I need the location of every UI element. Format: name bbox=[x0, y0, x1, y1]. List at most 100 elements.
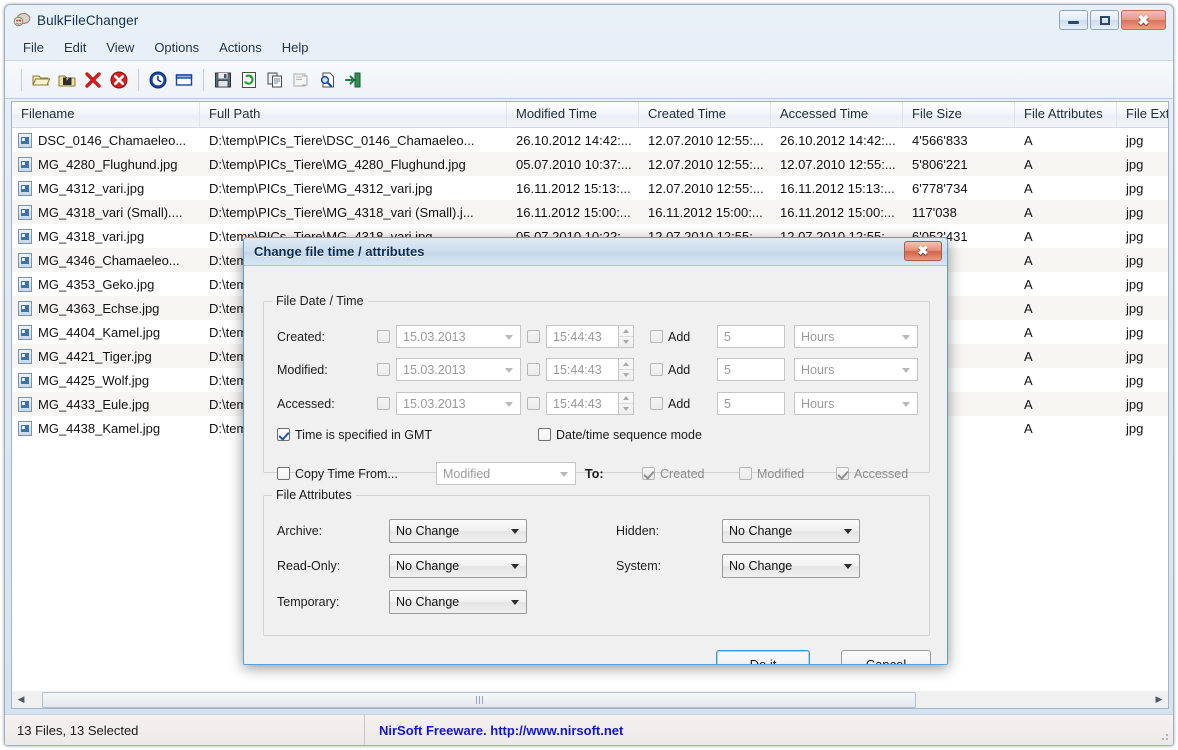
created-time-spinner[interactable] bbox=[619, 325, 634, 348]
modified-add-unit-combo[interactable]: Hours bbox=[794, 358, 918, 381]
modified-time-input[interactable]: 15:44:43 bbox=[546, 358, 619, 381]
copy-to-created-checkbox[interactable] bbox=[642, 467, 655, 480]
file-datetime-group: File Date / Time bbox=[263, 294, 930, 473]
menu-item-help[interactable]: Help bbox=[272, 38, 319, 57]
modified-date-combo[interactable]: 15.03.2013 bbox=[396, 358, 521, 381]
column-header-accessed-time[interactable]: Accessed Time bbox=[771, 102, 903, 127]
modified-add-checkbox[interactable] bbox=[650, 363, 663, 376]
created-add-checkbox[interactable] bbox=[650, 330, 663, 343]
close-button[interactable]: ✖ bbox=[1121, 10, 1166, 30]
sequence-mode-checkbox[interactable] bbox=[538, 428, 551, 441]
save-button[interactable] bbox=[210, 67, 236, 93]
temporary-combo[interactable]: No Change bbox=[389, 590, 527, 614]
column-header-file-size[interactable]: File Size bbox=[903, 102, 1015, 127]
chevron-down-icon bbox=[560, 472, 568, 477]
table-row[interactable]: DSC_0146_Chamaeleo...D:\temp\PICs_Tiere\… bbox=[12, 128, 1168, 152]
scroll-right-arrow-icon[interactable]: ▶ bbox=[1150, 692, 1168, 708]
menu-item-actions[interactable]: Actions bbox=[209, 38, 272, 57]
created-time-checkbox[interactable] bbox=[527, 330, 540, 343]
cancel-button[interactable]: Cancel bbox=[841, 650, 931, 665]
menu-item-file[interactable]: File bbox=[13, 38, 54, 57]
column-header-file-extension[interactable]: File Extension bbox=[1117, 102, 1169, 127]
dialog-titlebar[interactable]: Change file time / attributes ✖ bbox=[244, 238, 947, 266]
resize-grip-icon[interactable] bbox=[1158, 730, 1170, 742]
copy-to-accessed-checkbox[interactable] bbox=[836, 467, 849, 480]
system-combo[interactable]: No Change bbox=[722, 554, 860, 578]
minimize-icon bbox=[1068, 21, 1079, 24]
created-date-checkbox[interactable] bbox=[377, 330, 390, 343]
copy-time-from-checkbox[interactable] bbox=[277, 467, 290, 480]
accessed-add-checkbox[interactable] bbox=[650, 397, 663, 410]
window-titlebar[interactable]: BulkFileChanger ✖ bbox=[5, 5, 1173, 35]
cell-attributes: A bbox=[1015, 253, 1117, 268]
remove-all-button[interactable] bbox=[106, 67, 132, 93]
accessed-time-input[interactable]: 15:44:43 bbox=[546, 392, 619, 415]
refresh-button[interactable] bbox=[236, 67, 262, 93]
modified-add-unit-value: Hours bbox=[801, 363, 834, 377]
cell-filename-text: MG_4425_Wolf.jpg bbox=[38, 373, 149, 388]
remove-selected-button[interactable] bbox=[80, 67, 106, 93]
created-time-input[interactable]: 15:44:43 bbox=[546, 325, 619, 348]
cell-filename: MG_4353_Geko.jpg bbox=[12, 277, 200, 292]
column-header-full-path[interactable]: Full Path bbox=[200, 102, 507, 127]
created-date-combo[interactable]: 15.03.2013 bbox=[396, 325, 521, 348]
cell-attributes: A bbox=[1015, 421, 1117, 436]
copy-time-source-combo[interactable]: Modified bbox=[436, 462, 576, 485]
modified-add-label: Add bbox=[668, 363, 690, 377]
column-header-filename[interactable]: Filename bbox=[12, 102, 200, 127]
change-time-button[interactable] bbox=[145, 67, 171, 93]
menu-item-options[interactable]: Options bbox=[144, 38, 209, 57]
chevron-down-icon bbox=[844, 564, 852, 569]
add-wildcard-button[interactable]: * bbox=[54, 67, 80, 93]
readonly-combo[interactable]: No Change bbox=[389, 554, 527, 578]
cell-filename: MG_4425_Wolf.jpg bbox=[12, 373, 200, 388]
accessed-date-checkbox[interactable] bbox=[377, 397, 390, 410]
table-row[interactable]: MG_4280_Flughund.jpgD:\temp\PICs_Tiere\M… bbox=[12, 152, 1168, 176]
accessed-add-unit-combo[interactable]: Hours bbox=[794, 392, 918, 415]
do-it-button[interactable]: Do it bbox=[716, 650, 810, 665]
table-row[interactable]: MG_4318_vari (Small)....D:\temp\PICs_Tie… bbox=[12, 200, 1168, 224]
search-file-button[interactable] bbox=[314, 67, 340, 93]
accessed-time-checkbox[interactable] bbox=[527, 397, 540, 410]
status-bar: 13 Files, 13 Selected NirSoft Freeware. … bbox=[5, 714, 1173, 745]
readonly-label: Read-Only: bbox=[277, 559, 340, 573]
cell-filename-text: MG_4404_Kamel.jpg bbox=[38, 325, 160, 340]
dialog-close-button[interactable]: ✖ bbox=[904, 241, 942, 261]
copy-to-modified-checkbox[interactable] bbox=[739, 467, 752, 480]
scrollbar-track[interactable] bbox=[30, 692, 1150, 708]
menu-item-view[interactable]: View bbox=[96, 38, 144, 57]
scrollbar-thumb[interactable] bbox=[42, 692, 916, 708]
table-row[interactable]: MG_4312_vari.jpgD:\temp\PICs_Tiere\MG_43… bbox=[12, 176, 1168, 200]
open-folder-button[interactable] bbox=[28, 67, 54, 93]
archive-combo[interactable]: No Change bbox=[389, 519, 527, 543]
minimize-button[interactable] bbox=[1059, 10, 1088, 30]
search-file-icon bbox=[317, 70, 337, 90]
window-title: BulkFileChanger bbox=[37, 13, 138, 28]
cell-filename-text: MG_4433_Eule.jpg bbox=[38, 397, 149, 412]
horizontal-scrollbar[interactable]: ◀ ▶ bbox=[11, 691, 1169, 709]
modified-date-checkbox[interactable] bbox=[377, 363, 390, 376]
menu-item-edit[interactable]: Edit bbox=[54, 38, 96, 57]
hidden-combo[interactable]: No Change bbox=[722, 519, 860, 543]
accessed-time-spinner[interactable] bbox=[619, 392, 634, 415]
copy-button[interactable] bbox=[262, 67, 288, 93]
scroll-left-arrow-icon[interactable]: ◀ bbox=[12, 692, 30, 708]
status-nirsoft-link[interactable]: NirSoft Freeware. http://www.nirsoft.net bbox=[365, 723, 623, 738]
properties-window-button[interactable] bbox=[171, 67, 197, 93]
created-add-unit-combo[interactable]: Hours bbox=[794, 325, 918, 348]
maximize-button[interactable] bbox=[1090, 10, 1119, 30]
accessed-date-combo[interactable]: 15.03.2013 bbox=[396, 392, 521, 415]
modified-time-spinner[interactable] bbox=[619, 358, 634, 381]
modified-time-checkbox[interactable] bbox=[527, 363, 540, 376]
cell-extension: jpg bbox=[1117, 277, 1169, 292]
accessed-add-amount[interactable]: 5 bbox=[717, 392, 785, 415]
created-add-amount[interactable]: 5 bbox=[717, 325, 785, 348]
modified-add-amount[interactable]: 5 bbox=[717, 358, 785, 381]
cell-attributes: A bbox=[1015, 205, 1117, 220]
column-header-created-time[interactable]: Created Time bbox=[639, 102, 771, 127]
gmt-checkbox[interactable] bbox=[277, 428, 290, 441]
exit-button[interactable] bbox=[340, 67, 366, 93]
column-header-file-attributes[interactable]: File Attributes bbox=[1015, 102, 1117, 127]
file-properties-button[interactable] bbox=[288, 67, 314, 93]
column-header-modified-time[interactable]: Modified Time bbox=[507, 102, 639, 127]
